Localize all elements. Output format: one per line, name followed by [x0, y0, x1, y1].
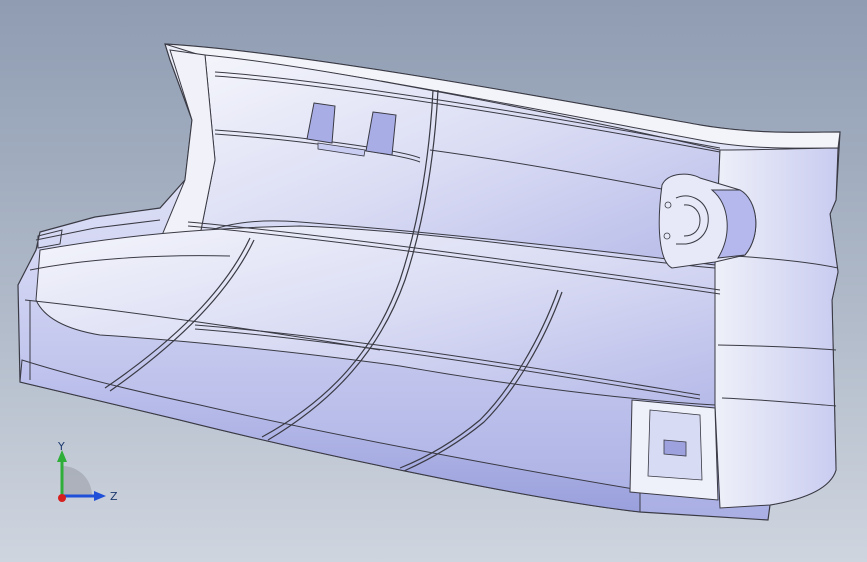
bottom-pocket: [629, 399, 719, 501]
z-axis-label: Z: [110, 490, 118, 503]
view-orientation-triad: Y Z: [57, 440, 118, 503]
graphics-viewport[interactable]: Y Z: [0, 0, 867, 562]
z-axis-arrowhead: [94, 491, 106, 501]
y-axis-label: Y: [57, 440, 65, 453]
cad-part-model[interactable]: [0, 0, 867, 562]
x-axis-dot: [58, 494, 66, 502]
